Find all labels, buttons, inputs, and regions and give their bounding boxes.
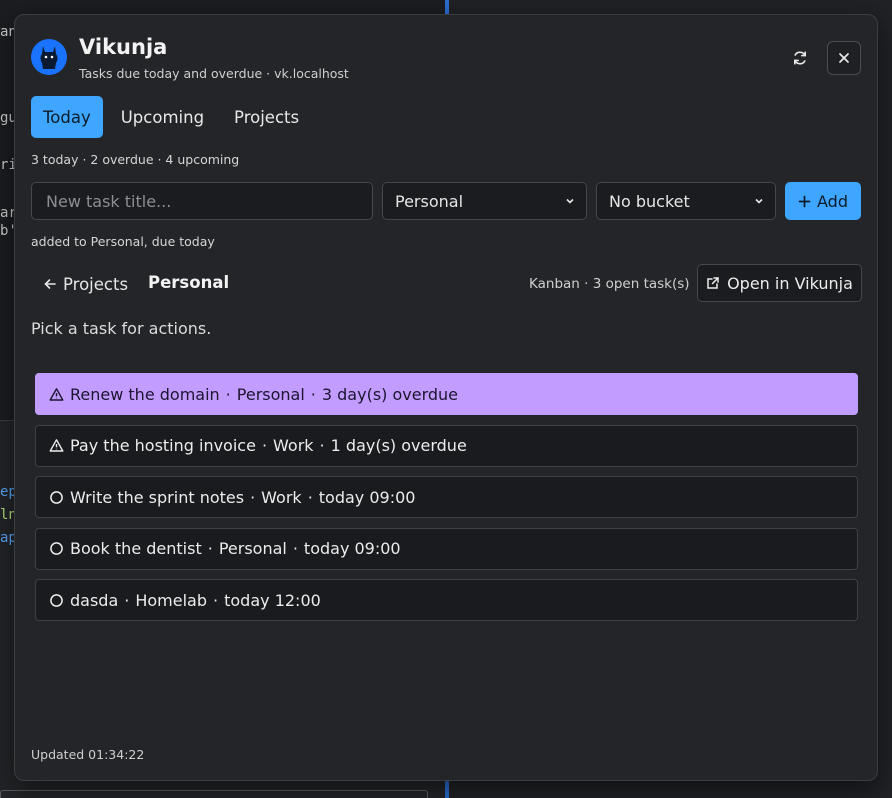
external-link-icon: [707, 277, 719, 289]
task-title: Book the dentist: [70, 539, 202, 558]
new-task-input[interactable]: [31, 182, 373, 220]
circle-icon: [48, 489, 64, 505]
vikunja-popup: Vikunja Tasks due today and overdue · vk…: [14, 14, 878, 781]
bucket-select-value: No bucket: [609, 191, 690, 211]
add-task-label: Add: [817, 191, 848, 211]
tab-today[interactable]: Today: [31, 96, 103, 138]
task-separator: ·: [310, 384, 316, 404]
task-row[interactable]: Renew the domain · Personal · 3 day(s) o…: [35, 373, 858, 415]
task-due: today 09:00: [318, 487, 416, 507]
task-project: Work: [273, 436, 314, 455]
vikunja-llama-icon: [31, 39, 67, 75]
app-subtitle: Tasks due today and overdue · vk.localho…: [79, 66, 349, 81]
back-to-projects-button[interactable]: Projects: [43, 271, 128, 297]
task-separator: ·: [124, 590, 130, 610]
task-separator: ·: [307, 487, 313, 507]
background-taskbar-edge: [0, 790, 428, 798]
close-icon: [839, 53, 849, 63]
task-row[interactable]: Pay the hosting invoice · Work · 1 day(s…: [35, 424, 858, 467]
back-label: Projects: [63, 274, 129, 294]
task-separator: ·: [207, 539, 213, 558]
task-counts: 3 today · 2 overdue · 4 upcoming: [31, 152, 240, 167]
task-project: Work: [261, 487, 302, 507]
project-select[interactable]: Personal: [382, 182, 587, 220]
task-title: Renew the domain: [70, 384, 220, 404]
task-project: Personal: [218, 539, 287, 558]
app-title: Vikunja: [79, 35, 168, 59]
project-heading: Personal: [148, 273, 230, 292]
task-separator: ·: [261, 436, 268, 455]
add-task-button[interactable]: Add: [785, 182, 861, 220]
bucket-select[interactable]: No bucket: [596, 182, 776, 220]
task-due: today 12:00: [224, 590, 321, 610]
warning-icon: [48, 438, 64, 454]
task-due: 3 day(s) overdue: [321, 384, 459, 404]
task-project: Homelab: [135, 590, 208, 610]
task-row[interactable]: Write the sprint notes · Work · today 09…: [35, 476, 858, 518]
tab-projects[interactable]: Projects: [222, 96, 311, 138]
task-title: Write the sprint notes: [70, 487, 245, 507]
task-row[interactable]: Book the dentist · Personal · today 09:0…: [35, 527, 858, 570]
task-separator: ·: [225, 384, 231, 404]
task-hint: Pick a task for actions.: [31, 319, 212, 338]
circle-icon: [48, 541, 64, 557]
task-title: Pay the hosting invoice: [70, 436, 256, 455]
task-separator: ·: [213, 590, 219, 610]
task-separator: ·: [319, 436, 325, 455]
last-updated: Updated 01:34:22: [31, 747, 145, 762]
open-in-vikunja-label: Open in Vikunja: [727, 273, 853, 293]
tab-upcoming[interactable]: Upcoming: [109, 96, 216, 138]
plus-icon: [798, 195, 811, 207]
circle-icon: [48, 592, 64, 608]
arrow-left-icon: [44, 279, 56, 289]
project-select-value: Personal: [395, 191, 464, 211]
task-separator: ·: [250, 487, 256, 507]
task-title: dasda: [70, 590, 119, 610]
project-info: Kanban · 3 open task(s): [529, 276, 690, 292]
close-button[interactable]: [827, 41, 861, 75]
task-due: today 09:00: [303, 539, 401, 558]
open-in-vikunja-button[interactable]: Open in Vikunja: [697, 264, 862, 302]
status-message: added to Personal, due today: [31, 234, 215, 249]
refresh-icon: [793, 51, 806, 65]
task-due: 1 day(s) overdue: [330, 436, 467, 455]
task-separator: ·: [292, 539, 298, 558]
chevron-down-icon: [566, 198, 574, 204]
task-row[interactable]: dasda · Homelab · today 12:00: [35, 579, 858, 621]
tab-bar: Today Upcoming Projects: [31, 96, 311, 138]
warning-icon: [48, 386, 64, 402]
refresh-button[interactable]: [783, 41, 817, 75]
task-project: Personal: [236, 384, 305, 404]
task-list: Renew the domain · Personal · 3 day(s) o…: [35, 373, 858, 631]
chevron-down-icon: [755, 198, 763, 204]
